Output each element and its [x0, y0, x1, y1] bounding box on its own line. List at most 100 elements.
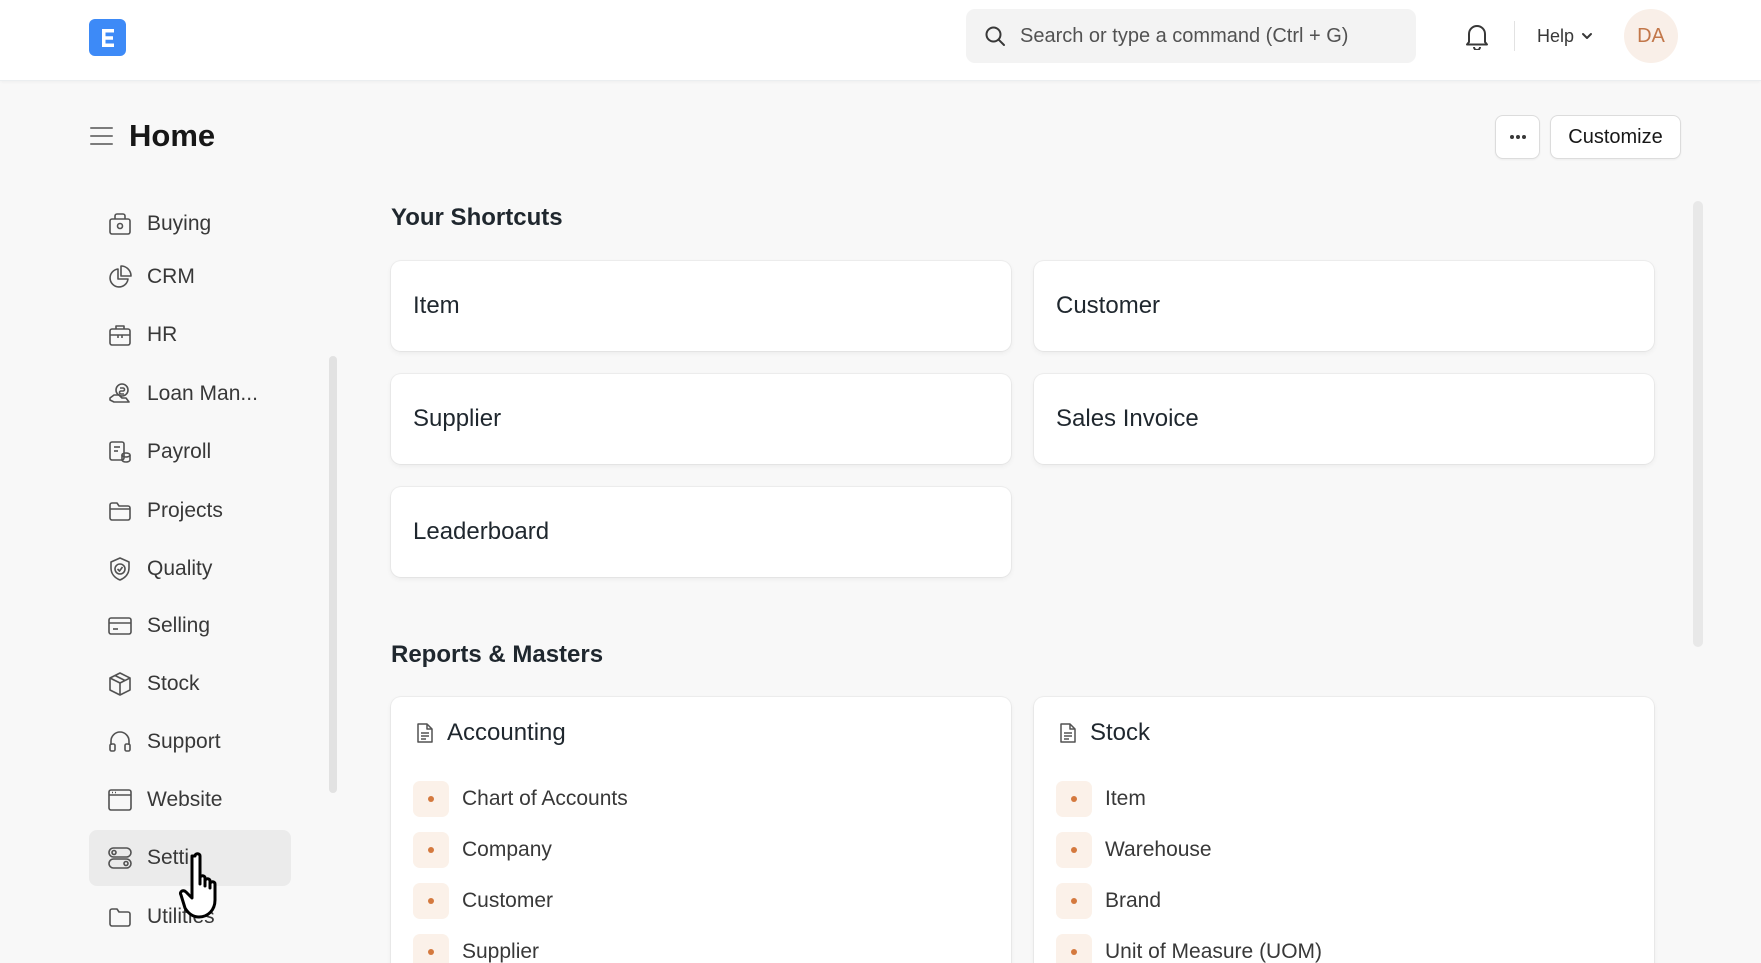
- headphones-icon: [107, 729, 133, 755]
- shortcut-label: Item: [413, 292, 460, 319]
- notifications-button[interactable]: [1462, 21, 1492, 51]
- payroll-icon: [107, 439, 133, 465]
- sidebar-item-label: Website: [147, 788, 223, 811]
- sidebar-item-label: Quality: [147, 557, 213, 580]
- folder-icon: [107, 904, 133, 930]
- shield-check-icon: [107, 556, 133, 582]
- sidebar-toggle-button[interactable]: [89, 124, 114, 148]
- chevron-down-icon: [1582, 33, 1593, 39]
- link-label: Brand: [1105, 889, 1162, 912]
- shopping-bag-icon: [107, 211, 133, 237]
- bullet-icon: [413, 781, 449, 817]
- sidebar-item-label: Payroll: [147, 440, 212, 463]
- sidebar-item-label: Support: [147, 730, 221, 753]
- hamburger-icon: [90, 127, 113, 145]
- avatar-initials: DA: [1637, 24, 1665, 47]
- sidebar-item-selling[interactable]: Selling: [89, 598, 291, 654]
- report-link-company[interactable]: Company: [413, 832, 552, 868]
- bell-icon: [1466, 25, 1488, 50]
- shortcut-supplier[interactable]: Supplier: [391, 374, 1011, 464]
- sidebar-item-label: Selling: [147, 614, 211, 637]
- help-dropdown[interactable]: Help: [1537, 22, 1594, 50]
- navbar-divider: [1514, 21, 1515, 51]
- sidebar-item-crm[interactable]: CRM: [89, 249, 291, 305]
- shortcut-customer[interactable]: Customer: [1034, 261, 1654, 351]
- shortcut-label: Customer: [1056, 292, 1161, 319]
- shortcuts-section-title: Your Shortcuts: [391, 204, 563, 231]
- sidebar-item-website[interactable]: Website: [89, 772, 291, 828]
- link-label: Unit of Measure (UOM): [1105, 940, 1323, 963]
- hand-cursor-icon: [179, 852, 217, 919]
- bullet-icon: [413, 883, 449, 919]
- bullet-icon: [1056, 832, 1092, 868]
- shortcut-item[interactable]: Item: [391, 261, 1011, 351]
- bullet-icon: [413, 934, 449, 963]
- shortcut-label: Sales Invoice: [1056, 405, 1199, 432]
- sidebar-scrollbar[interactable]: [329, 356, 337, 793]
- ellipsis-icon: [1509, 135, 1526, 139]
- top-navbar: Help DA: [0, 0, 1761, 81]
- shortcut-sales-invoice[interactable]: Sales Invoice: [1034, 374, 1654, 464]
- sidebar-item-buying[interactable]: Buying: [89, 196, 291, 252]
- report-link-supplier[interactable]: Supplier: [413, 934, 539, 963]
- link-label: Warehouse: [1105, 838, 1212, 861]
- link-label: Item: [1105, 787, 1146, 810]
- report-link-item[interactable]: Item: [1056, 781, 1146, 817]
- main-scrollbar[interactable]: [1693, 201, 1703, 647]
- sidebar-item-label: Loan Man...: [147, 382, 258, 405]
- user-avatar[interactable]: DA: [1624, 9, 1678, 63]
- sidebar-item-label: CRM: [147, 265, 195, 288]
- reports-section-title: Reports & Masters: [391, 641, 604, 668]
- sidebar-item-hr[interactable]: HR: [89, 307, 291, 363]
- more-options-button[interactable]: [1495, 115, 1540, 159]
- report-link-chart-of-accounts[interactable]: Chart of Accounts: [413, 781, 628, 817]
- link-label: Customer: [462, 889, 554, 912]
- shortcut-label: Leaderboard: [413, 518, 550, 545]
- document-icon: [417, 723, 433, 743]
- pie-chart-icon: [107, 264, 133, 290]
- card-header: Accounting: [415, 719, 566, 747]
- customize-button[interactable]: Customize: [1550, 115, 1681, 159]
- sidebar-item-projects[interactable]: Projects: [89, 483, 291, 539]
- link-label: Supplier: [462, 940, 540, 963]
- box-icon: [107, 671, 133, 697]
- bullet-icon: [1056, 781, 1092, 817]
- sidebar-item-stock[interactable]: Stock: [89, 656, 291, 712]
- search-icon: [985, 26, 1005, 46]
- toggle-settings-icon: [107, 845, 133, 871]
- sidebar-item-quality[interactable]: Quality: [89, 541, 291, 597]
- shortcut-leaderboard[interactable]: Leaderboard: [391, 487, 1011, 577]
- report-card-accounting: Accounting Chart of Accounts Company Cus…: [391, 697, 1011, 963]
- credit-card-icon: [107, 613, 133, 639]
- sidebar-item-payroll[interactable]: Payroll: [89, 424, 291, 480]
- link-label: Company: [462, 838, 552, 861]
- search-bar[interactable]: [966, 9, 1416, 63]
- report-link-brand[interactable]: Brand: [1056, 883, 1161, 919]
- bullet-icon: [1056, 883, 1092, 919]
- sidebar-item-loan-management[interactable]: Loan Man...: [89, 366, 291, 422]
- app-logo[interactable]: [89, 19, 126, 56]
- document-icon: [1060, 723, 1076, 743]
- help-label: Help: [1537, 25, 1575, 46]
- sidebar-item-label: Buying: [147, 212, 212, 235]
- report-card-stock: Stock Item Warehouse Brand Unit of Measu…: [1034, 697, 1654, 963]
- report-link-unit-of-measure[interactable]: Unit of Measure (UOM): [1056, 934, 1322, 963]
- search-input[interactable]: [1020, 24, 1400, 48]
- bullet-icon: [413, 832, 449, 868]
- sidebar-item-label: Projects: [147, 499, 223, 522]
- sidebar: Buying CRM HR Loan Man... Payroll Projec…: [89, 196, 291, 963]
- erpnext-logo-icon: [101, 28, 114, 47]
- bullet-icon: [1056, 934, 1092, 963]
- page-title: Home: [129, 118, 216, 153]
- report-link-customer[interactable]: Customer: [413, 883, 553, 919]
- shortcut-label: Supplier: [413, 405, 502, 432]
- browser-icon: [107, 787, 133, 813]
- sidebar-item-label: HR: [147, 323, 178, 346]
- folder-icon: [107, 498, 133, 524]
- link-label: Chart of Accounts: [462, 787, 628, 810]
- report-link-warehouse[interactable]: Warehouse: [1056, 832, 1212, 868]
- sidebar-item-label: Stock: [147, 672, 200, 695]
- sidebar-item-support[interactable]: Support: [89, 714, 291, 770]
- briefcase-icon: [107, 322, 133, 348]
- card-header: Stock: [1058, 719, 1150, 747]
